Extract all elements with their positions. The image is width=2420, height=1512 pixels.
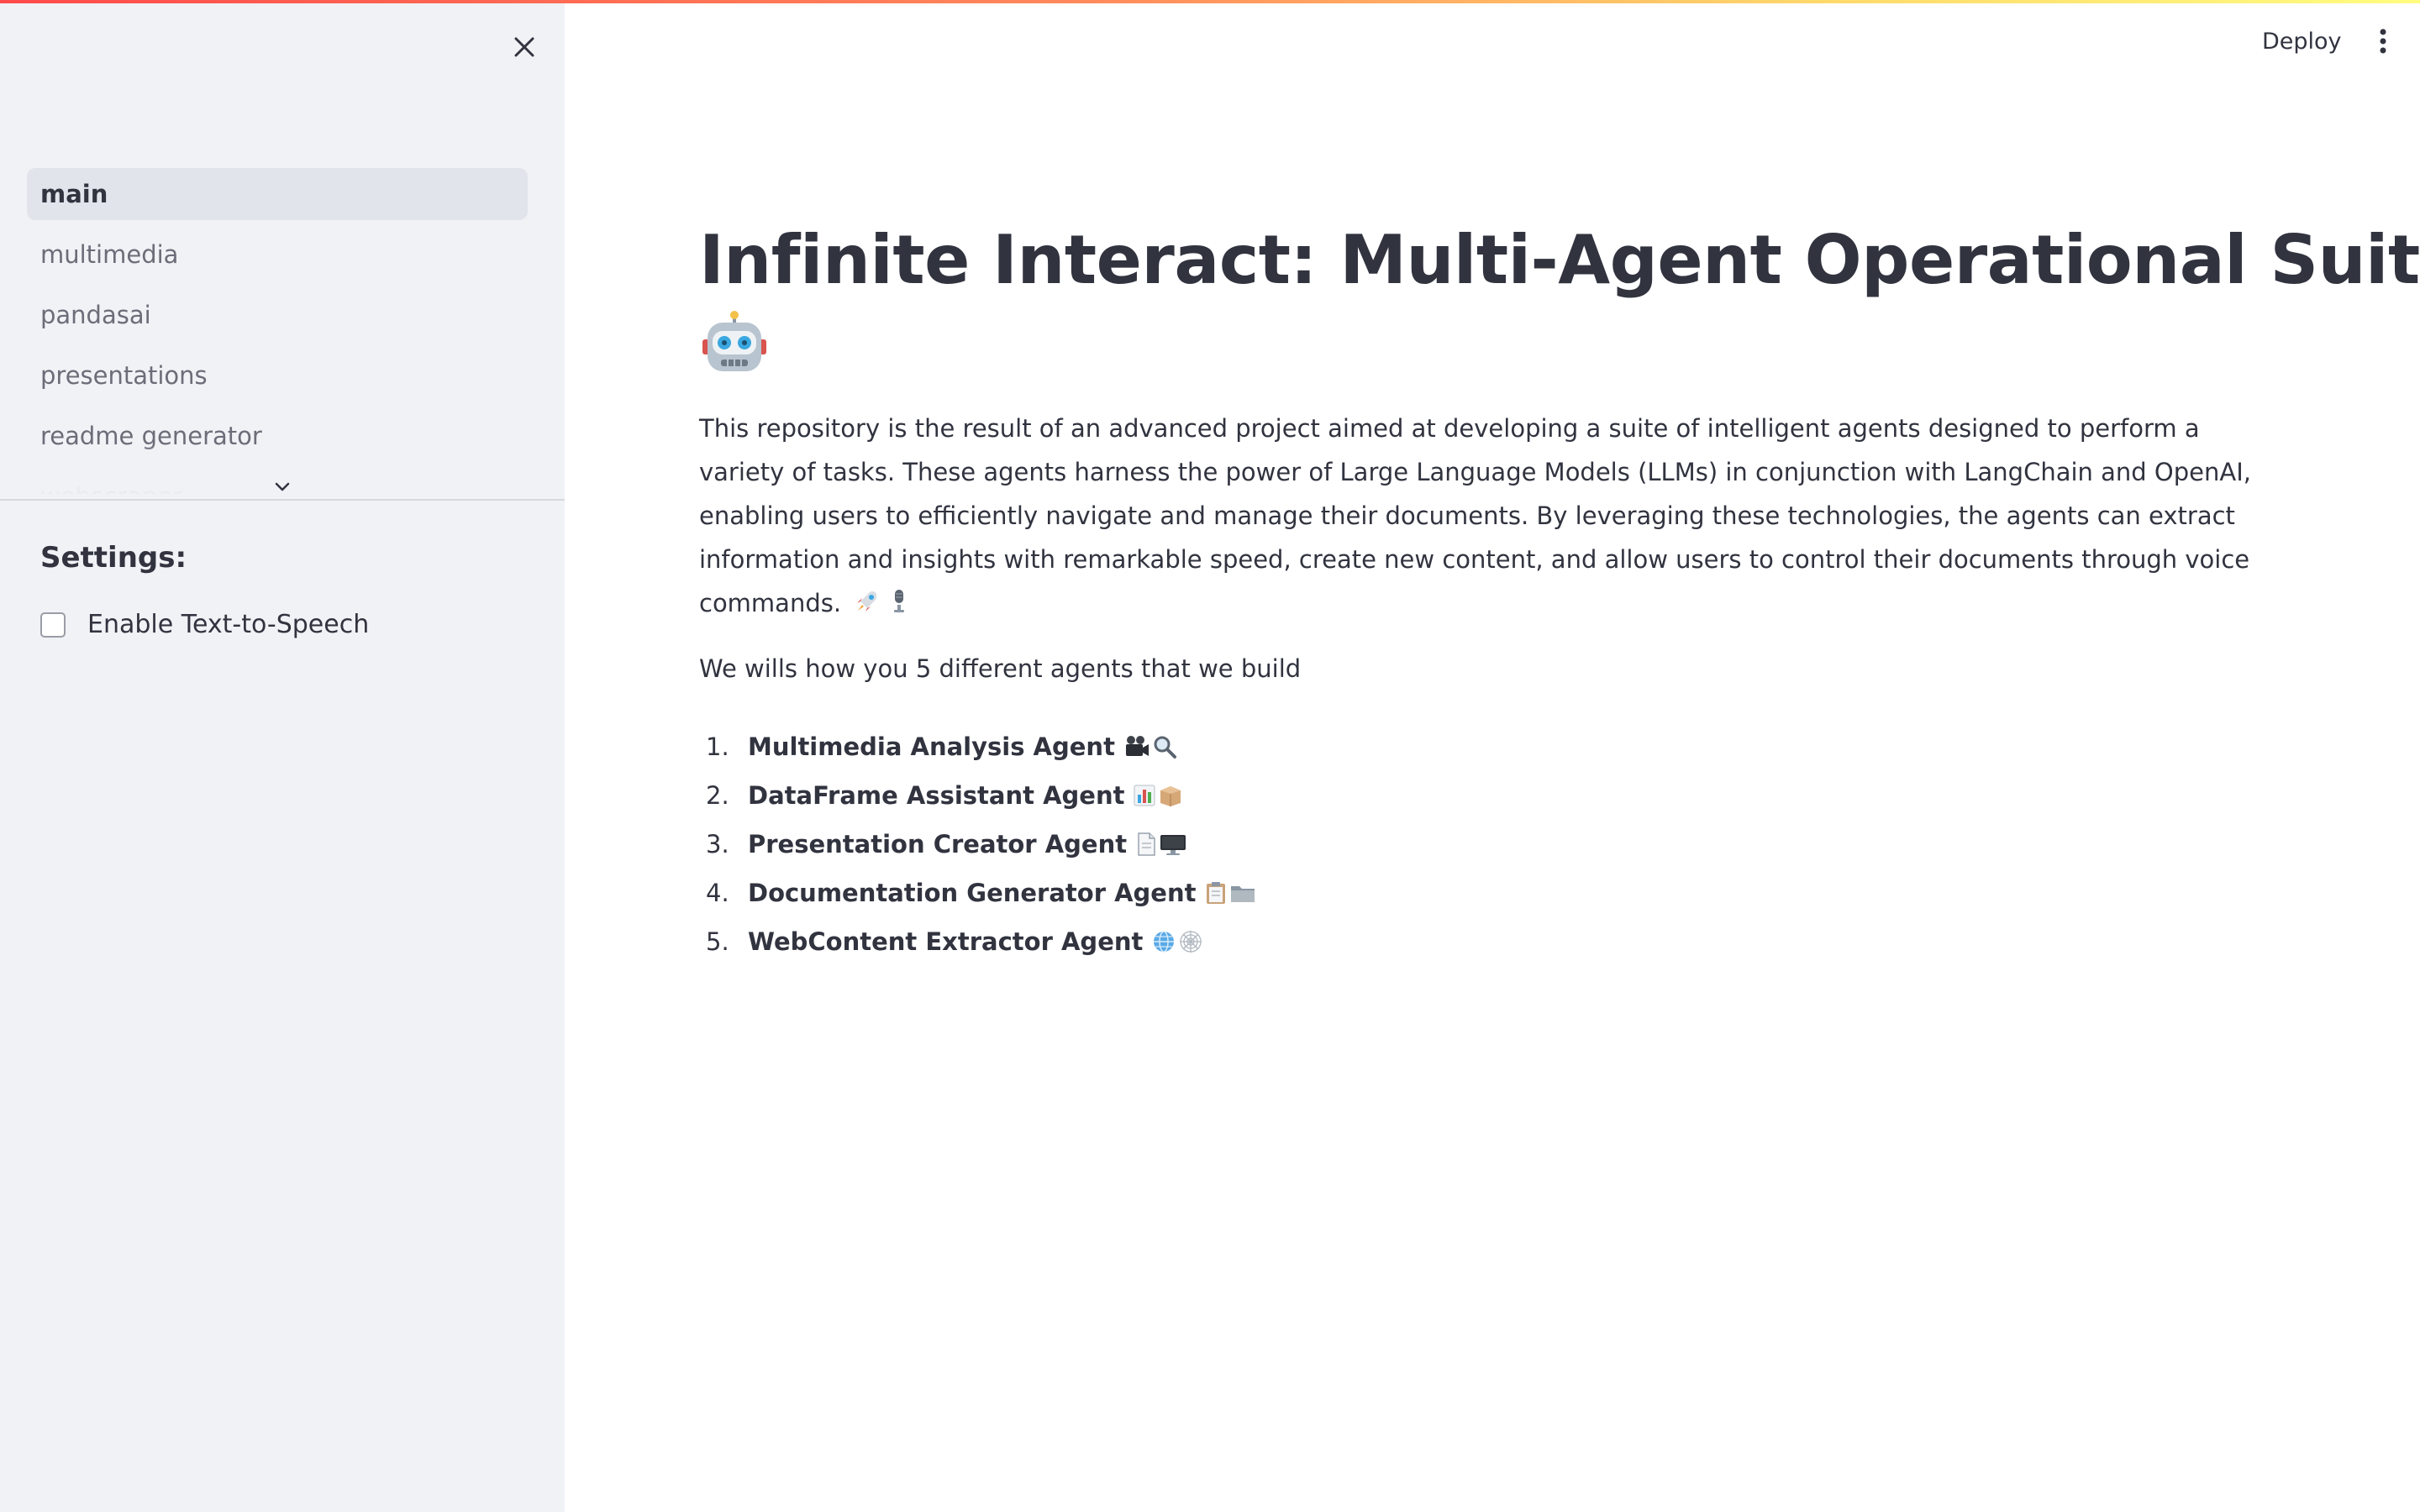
- bar-chart-icon: [1134, 785, 1155, 806]
- list-item: 1. Multimedia Analysis Agent: [699, 722, 2262, 771]
- list-item: 2. DataFrame Assistant Agent: [699, 771, 2262, 820]
- rocket-icon: [857, 591, 877, 612]
- nav-item-label: main: [40, 180, 108, 208]
- agent-icons: [1123, 734, 1177, 759]
- close-icon: [514, 37, 534, 57]
- agent-name: Multimedia Analysis Agent: [748, 732, 1115, 761]
- list-item: 4. Documentation Generator Agent: [699, 869, 2262, 917]
- package-icon: [1160, 786, 1181, 806]
- monitor-icon: [1160, 835, 1186, 855]
- list-item: 3. Presentation Creator Agent: [699, 820, 2262, 869]
- tts-checkbox-label: Enable Text-to-Speech: [87, 610, 370, 639]
- top-accent-bar: [0, 0, 2420, 3]
- sidebar-divider: [0, 499, 565, 501]
- globe-icon: [1154, 931, 1175, 953]
- nav-item-presentations[interactable]: presentations: [27, 349, 528, 402]
- agent-name: WebContent Extractor Agent: [748, 927, 1144, 956]
- agent-name: DataFrame Assistant Agent: [748, 781, 1125, 810]
- list-item-number: 3.: [706, 830, 729, 858]
- list-item-number: 5.: [706, 927, 729, 956]
- document-icon: [1138, 832, 1155, 856]
- agent-name: Presentation Creator Agent: [748, 830, 1128, 858]
- nav-item-multimedia[interactable]: multimedia: [27, 228, 528, 281]
- nav-item-label: pandasai: [40, 301, 151, 329]
- nav-item-label: multimedia: [40, 240, 179, 269]
- intro-paragraph: This repository is the result of an adva…: [699, 407, 2262, 627]
- agent-icons: [1204, 880, 1256, 906]
- page-nav: main multimedia pandasai presentations r…: [0, 166, 565, 494]
- main-menu-button[interactable]: [2366, 22, 2400, 60]
- clipboard-icon: [1207, 882, 1226, 904]
- web-icon: [1180, 931, 1202, 953]
- nav-item-label: readme generator: [40, 422, 262, 450]
- folder-icon: [1231, 886, 1255, 902]
- nav-item-label: webscraper: [40, 482, 182, 494]
- nav-item-main[interactable]: main: [27, 168, 528, 220]
- expand-nav-button[interactable]: [267, 475, 297, 499]
- tts-checkbox-row[interactable]: Enable Text-to-Speech: [40, 610, 369, 639]
- settings-heading: Settings:: [40, 541, 187, 575]
- deploy-button[interactable]: Deploy: [2252, 22, 2352, 60]
- chevron-down-icon: [275, 482, 290, 491]
- microphone-icon: [893, 590, 904, 612]
- close-sidebar-button[interactable]: [504, 27, 544, 67]
- magnifier-icon: [1154, 736, 1176, 759]
- agent-icons: [1133, 783, 1183, 808]
- intro-text: This repository is the result of an adva…: [699, 414, 2251, 617]
- agent-icons: [1151, 929, 1203, 954]
- sidebar: main multimedia pandasai presentations r…: [0, 0, 565, 1512]
- list-item-number: 2.: [706, 781, 729, 810]
- agent-name: Documentation Generator Agent: [748, 879, 1197, 907]
- film-camera-icon: [1125, 736, 1149, 756]
- nav-item-label: presentations: [40, 361, 208, 390]
- list-item: 5. WebContent Extractor Agent: [699, 917, 2262, 966]
- page-title: Infinite Interact: Multi-Agent Operation…: [699, 221, 2420, 299]
- kebab-menu-icon: [2380, 29, 2386, 54]
- nav-item-pandasai[interactable]: pandasai: [27, 289, 528, 341]
- agent-icons: [1135, 832, 1187, 857]
- list-item-number: 4.: [706, 879, 729, 907]
- agents-intro-text: We wills how you 5 different agents that…: [699, 654, 1302, 683]
- list-item-number: 1.: [706, 732, 729, 761]
- nav-item-readme-generator[interactable]: readme generator: [27, 410, 528, 462]
- robot-icon: [702, 311, 766, 371]
- main-content: Infinite Interact: Multi-Agent Operation…: [699, 218, 2420, 966]
- tts-checkbox[interactable]: [40, 612, 66, 638]
- agent-list: 1. Multimedia Analysis Agent 2. DataFram…: [699, 722, 2262, 966]
- intro-icons: [855, 583, 908, 627]
